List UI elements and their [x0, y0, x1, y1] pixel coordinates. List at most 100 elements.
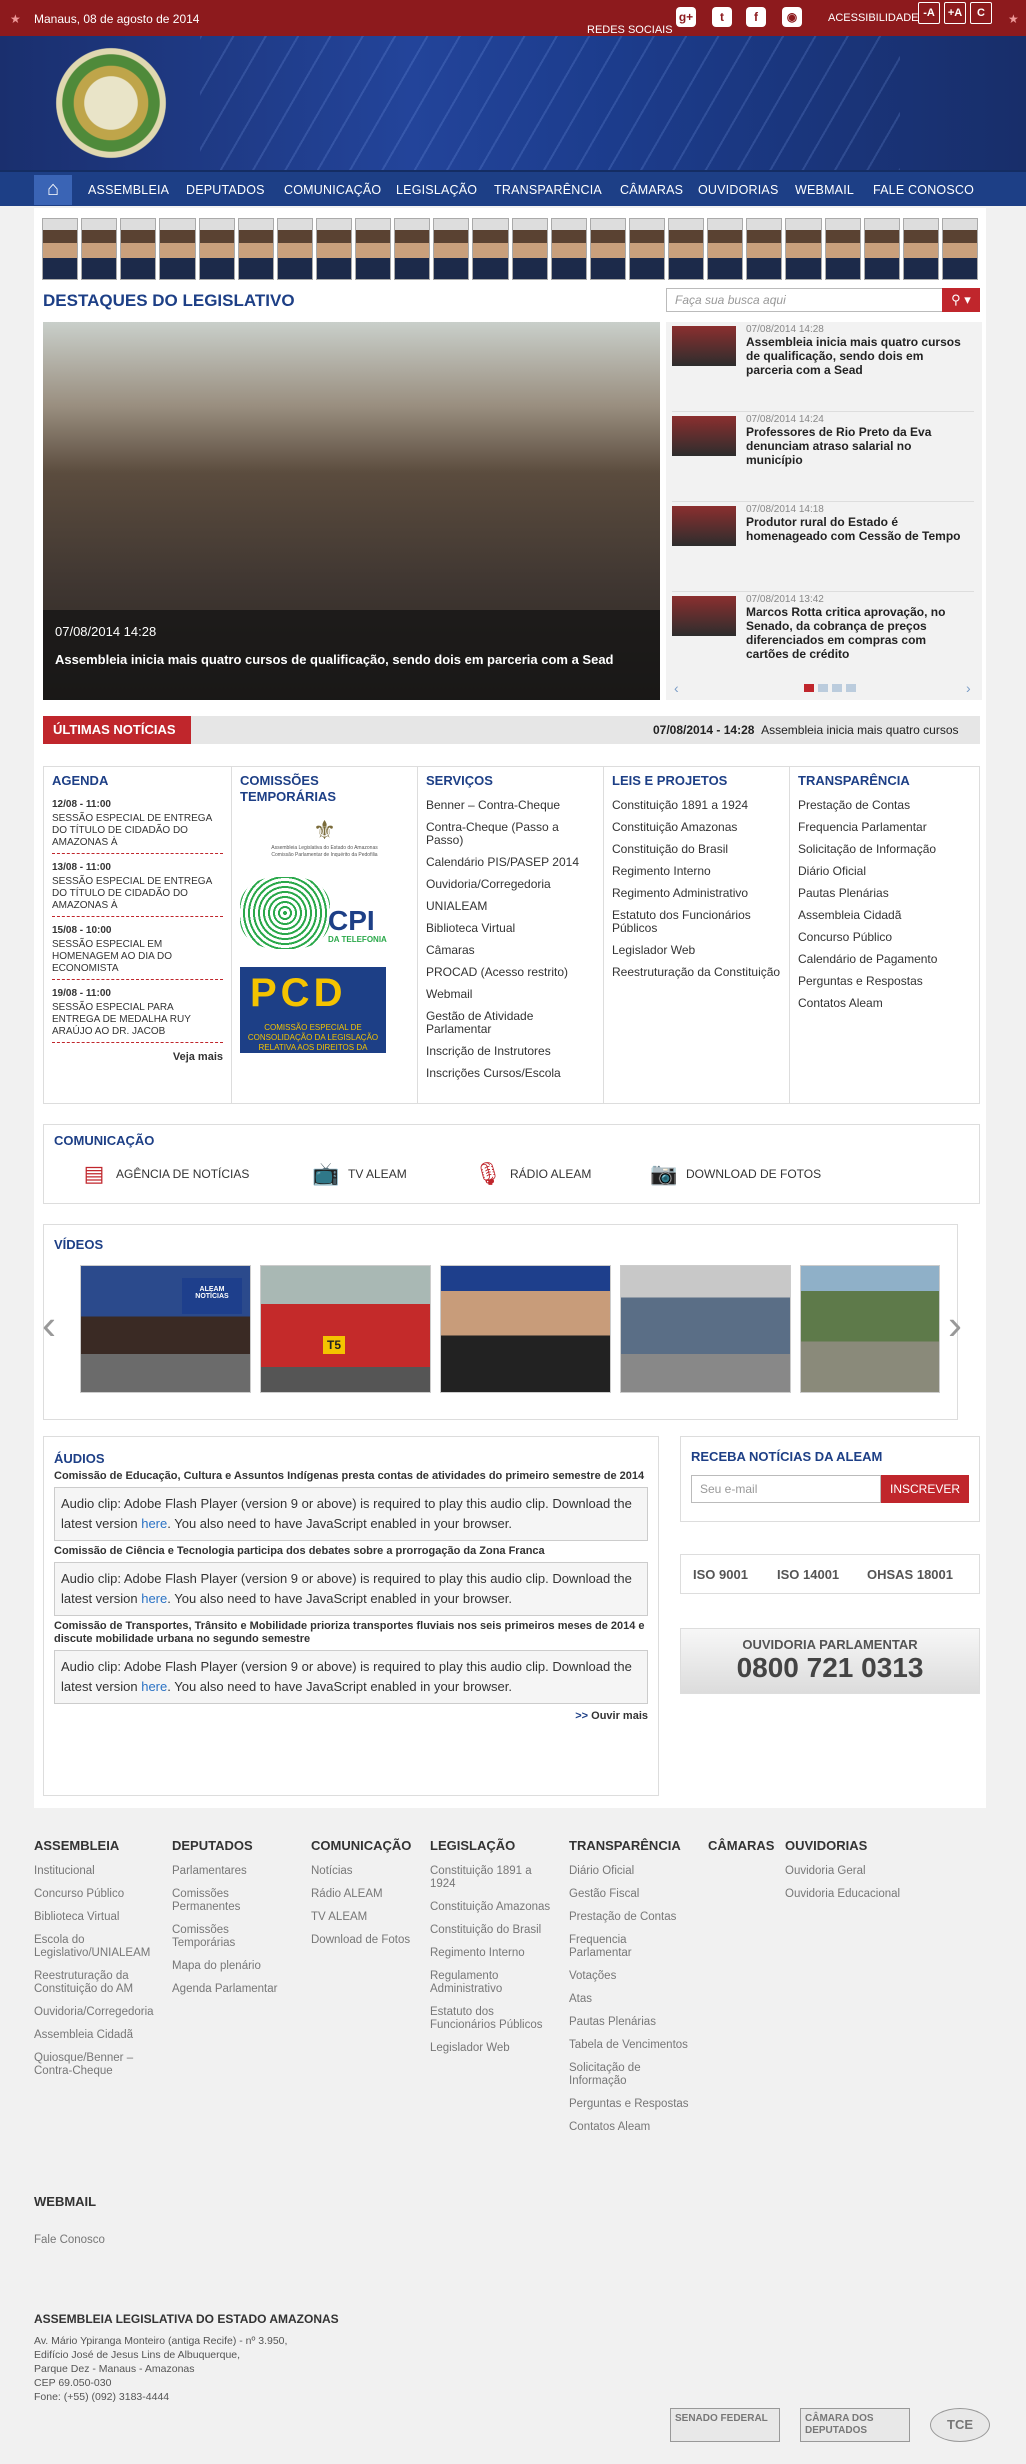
footer-link[interactable]: Parlamentares [172, 1865, 282, 1878]
dot[interactable] [818, 684, 828, 692]
deputy-photo[interactable] [276, 218, 313, 280]
agenda-item[interactable]: 13/08 - 11:00 SESSÃO ESPECIAL DE ENTREGA … [52, 862, 223, 917]
footer-link[interactable]: Frequencia Parlamentar [569, 1934, 689, 1960]
deputy-photo[interactable] [746, 218, 783, 280]
footer-link[interactable]: Comissões Permanentes [172, 1888, 282, 1914]
transparency-link[interactable]: Concurso Público [798, 931, 971, 944]
deputy-photo[interactable] [120, 218, 157, 280]
services-link[interactable]: PROCAD (Acesso restrito) [426, 966, 595, 979]
senado-federal-badge[interactable]: SENADO FEDERAL [670, 2408, 780, 2442]
video-thumbnail[interactable] [440, 1265, 611, 1393]
nav-transparencia[interactable]: TRANSPARÊNCIA [494, 183, 602, 197]
transparency-link[interactable]: Frequencia Parlamentar [798, 821, 971, 834]
subscribe-button[interactable]: INSCREVER [881, 1475, 969, 1503]
transparency-link[interactable]: Solicitação de Informação [798, 843, 971, 856]
contrast-button[interactable]: C [970, 2, 992, 24]
deputy-photo[interactable] [550, 218, 587, 280]
deputy-photo[interactable] [902, 218, 939, 280]
news-agency-link[interactable]: ▤ AGÊNCIA DE NOTÍCIAS [80, 1161, 250, 1187]
nav-webmail[interactable]: WEBMAIL [795, 183, 854, 197]
nav-fale-conosco[interactable]: FALE CONOSCO [873, 183, 974, 197]
radio-link[interactable]: 🎙 RÁDIO ALEAM [474, 1161, 591, 1187]
camara-deputados-badge[interactable]: CÂMARA DOS DEPUTADOS [800, 2408, 910, 2442]
services-link[interactable]: Ouvidoria/Corregedoria [426, 878, 595, 891]
news-item[interactable]: 07/08/2014 13:42 Marcos Rotta critica apr… [672, 592, 974, 682]
coat-of-arms-logo[interactable] [46, 44, 176, 162]
footer-link[interactable]: Ouvidoria Geral [785, 1865, 925, 1878]
listen-more-link[interactable]: >> Ouvir mais [54, 1710, 648, 1722]
deputy-photo[interactable] [81, 218, 118, 280]
deputy-photo[interactable] [941, 218, 978, 280]
footer-link[interactable]: Tabela de Vencimentos [569, 2039, 689, 2052]
news-item[interactable]: 07/08/2014 14:18 Produtor rural do Estado… [672, 502, 974, 592]
laws-link[interactable]: Constituição Amazonas [612, 821, 781, 834]
laws-link[interactable]: Constituição do Brasil [612, 843, 781, 856]
agenda-more-link[interactable]: Veja mais [52, 1051, 223, 1063]
services-link[interactable]: Calendário PIS/PASEP 2014 [426, 856, 595, 869]
footer-link[interactable]: Legislador Web [430, 2042, 554, 2055]
deputy-photo[interactable] [42, 218, 79, 280]
flash-download-link[interactable]: here [141, 1516, 167, 1531]
transparency-link[interactable]: Prestação de Contas [798, 799, 971, 812]
home-icon[interactable]: ⌂ [34, 175, 72, 205]
nav-ouvidorias[interactable]: OUVIDORIAS [698, 183, 779, 197]
agenda-item[interactable]: 19/08 - 11:00 SESSÃO ESPECIAL PARA ENTREG… [52, 988, 223, 1043]
footer-link[interactable]: Diário Oficial [569, 1865, 689, 1878]
deputy-photo[interactable] [433, 218, 470, 280]
footer-link[interactable]: Constituição 1891 a 1924 [430, 1865, 554, 1891]
footer-link[interactable]: Download de Fotos [311, 1934, 421, 1947]
nav-camaras[interactable]: CÂMARAS [620, 183, 683, 197]
chevron-right-icon[interactable]: › [966, 680, 971, 696]
deputy-photo[interactable] [628, 218, 665, 280]
search-input[interactable]: Faça sua busca aqui [666, 288, 948, 312]
footer-link[interactable]: Votações [569, 1970, 689, 1983]
font-increase-button[interactable]: +A [944, 2, 966, 24]
footer-link[interactable]: Biblioteca Virtual [34, 1911, 164, 1924]
flash-download-link[interactable]: here [141, 1679, 167, 1694]
deputy-photo[interactable] [668, 218, 705, 280]
facebook-icon[interactable]: f [746, 7, 766, 27]
footer-link[interactable]: Agenda Parlamentar [172, 1983, 282, 1996]
footer-link[interactable]: Mapa do plenário [172, 1960, 282, 1973]
transparency-link[interactable]: Calendário de Pagamento [798, 953, 971, 966]
footer-link[interactable]: Regulamento Administrativo [430, 1970, 554, 1996]
transparency-link[interactable]: Perguntas e Respostas [798, 975, 971, 988]
video-thumbnail[interactable] [620, 1265, 791, 1393]
video-thumbnail[interactable] [800, 1265, 940, 1393]
deputy-photo[interactable] [707, 218, 744, 280]
transparency-link[interactable]: Diário Oficial [798, 865, 971, 878]
services-link[interactable]: Câmaras [426, 944, 595, 957]
deputy-photo[interactable] [824, 218, 861, 280]
deputy-photo[interactable] [237, 218, 274, 280]
footer-link[interactable]: Contatos Aleam [569, 2121, 689, 2134]
transparency-link[interactable]: Assembleia Cidadã [798, 909, 971, 922]
cpi-pedofilia-banner[interactable]: ⚜ Assembleia Legislativa do Estado do Ama… [240, 815, 409, 859]
laws-link[interactable]: Regimento Interno [612, 865, 781, 878]
footer-link[interactable]: Regimento Interno [430, 1947, 554, 1960]
deputy-photo[interactable] [394, 218, 431, 280]
transparency-link[interactable]: Pautas Plenárias [798, 887, 971, 900]
deputy-photo[interactable] [472, 218, 509, 280]
footer-link[interactable]: Comissões Temporárias [172, 1924, 282, 1950]
laws-link[interactable]: Reestruturação da Constituição [612, 966, 781, 979]
font-decrease-button[interactable]: -A [918, 2, 940, 24]
deputy-photo[interactable] [589, 218, 626, 280]
latest-news-ticker[interactable]: 07/08/2014 - 14:28 Assembleia inicia mai… [653, 723, 980, 737]
rss-icon[interactable]: ◉ [782, 7, 802, 27]
news-item[interactable]: 07/08/2014 14:28 Assembleia inicia mais q… [672, 322, 974, 412]
footer-link[interactable]: Notícias [311, 1865, 421, 1878]
search-icon[interactable]: ⚲ ▾ [942, 288, 980, 312]
footer-fale-conosco[interactable]: Fale Conosco [34, 2234, 105, 2246]
agenda-item[interactable]: 12/08 - 11:00 SESSÃO ESPECIAL DE ENTREGA … [52, 799, 223, 854]
footer-link[interactable]: Rádio ALEAM [311, 1888, 421, 1901]
services-link[interactable]: UNIALEAM [426, 900, 595, 913]
dot[interactable] [804, 684, 814, 692]
deputy-photo[interactable] [198, 218, 235, 280]
footer-link[interactable]: Quiosque/Benner – Contra-Cheque [34, 2052, 164, 2078]
chevron-left-icon[interactable]: ‹ [674, 680, 679, 696]
footer-link[interactable]: Ouvidoria/Corregedoria [34, 2006, 164, 2019]
services-link[interactable]: Gestão de Atividade Parlamentar [426, 1010, 595, 1036]
services-link[interactable]: Inscrições Cursos/Escola [426, 1067, 595, 1080]
footer-link[interactable]: Reestruturação da Constituição do AM [34, 1970, 164, 1996]
services-link[interactable]: Benner – Contra-Cheque [426, 799, 595, 812]
